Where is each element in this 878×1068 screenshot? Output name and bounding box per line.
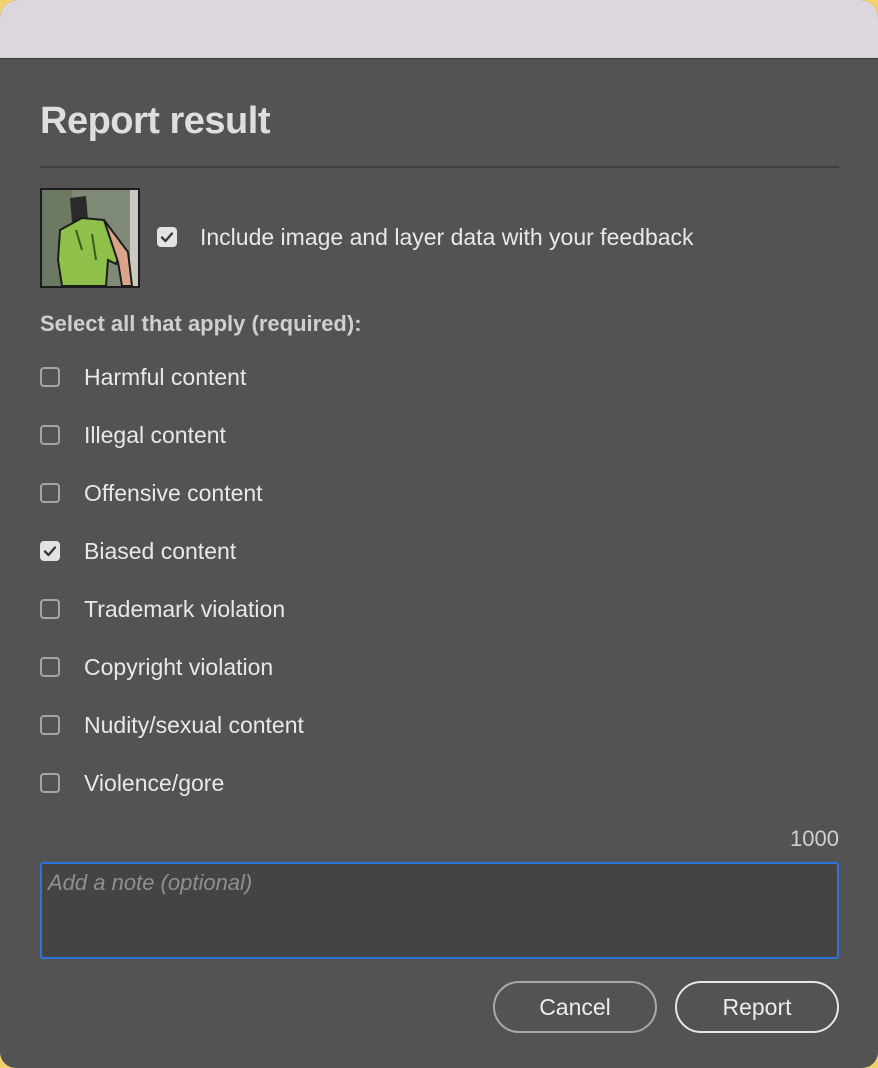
checkmark-icon	[43, 546, 57, 557]
include-data-checkbox[interactable]	[157, 227, 177, 247]
nudity-sexual-content-checkbox[interactable]	[40, 715, 60, 735]
checkmark-icon	[160, 232, 174, 243]
trademark-violation-checkbox[interactable]	[40, 599, 60, 619]
copyright-violation-checkbox[interactable]	[40, 657, 60, 677]
violence-gore-label[interactable]: Violence/gore	[84, 770, 224, 797]
report-dialog-window: Report result Include image and layer da…	[0, 0, 878, 1068]
result-thumbnail	[40, 188, 140, 288]
illegal-content-label[interactable]: Illegal content	[84, 422, 226, 449]
biased-content-label[interactable]: Biased content	[84, 538, 236, 565]
illegal-content-checkbox[interactable]	[40, 425, 60, 445]
offensive-content-checkbox[interactable]	[40, 483, 60, 503]
copyright-violation-label[interactable]: Copyright violation	[84, 654, 273, 681]
violence-gore-checkbox[interactable]	[40, 773, 60, 793]
title-divider	[40, 166, 839, 168]
dialog-title: Report result	[40, 100, 270, 142]
nudity-sexual-content-label[interactable]: Nudity/sexual content	[84, 712, 304, 739]
harmful-content-label[interactable]: Harmful content	[84, 364, 246, 391]
biased-content-checkbox[interactable]	[40, 541, 60, 561]
cancel-button[interactable]: Cancel	[493, 981, 657, 1033]
window-titlebar[interactable]	[0, 0, 878, 59]
offensive-content-label[interactable]: Offensive content	[84, 480, 263, 507]
character-counter: 1000	[790, 826, 839, 851]
select-required-label: Select all that apply (required):	[40, 311, 362, 336]
harmful-content-checkbox[interactable]	[40, 367, 60, 387]
trademark-violation-label[interactable]: Trademark violation	[84, 596, 285, 623]
note-textarea[interactable]	[40, 862, 839, 959]
thumbnail-image	[42, 190, 138, 286]
include-data-label[interactable]: Include image and layer data with your f…	[200, 224, 694, 251]
report-button[interactable]: Report	[675, 981, 839, 1033]
